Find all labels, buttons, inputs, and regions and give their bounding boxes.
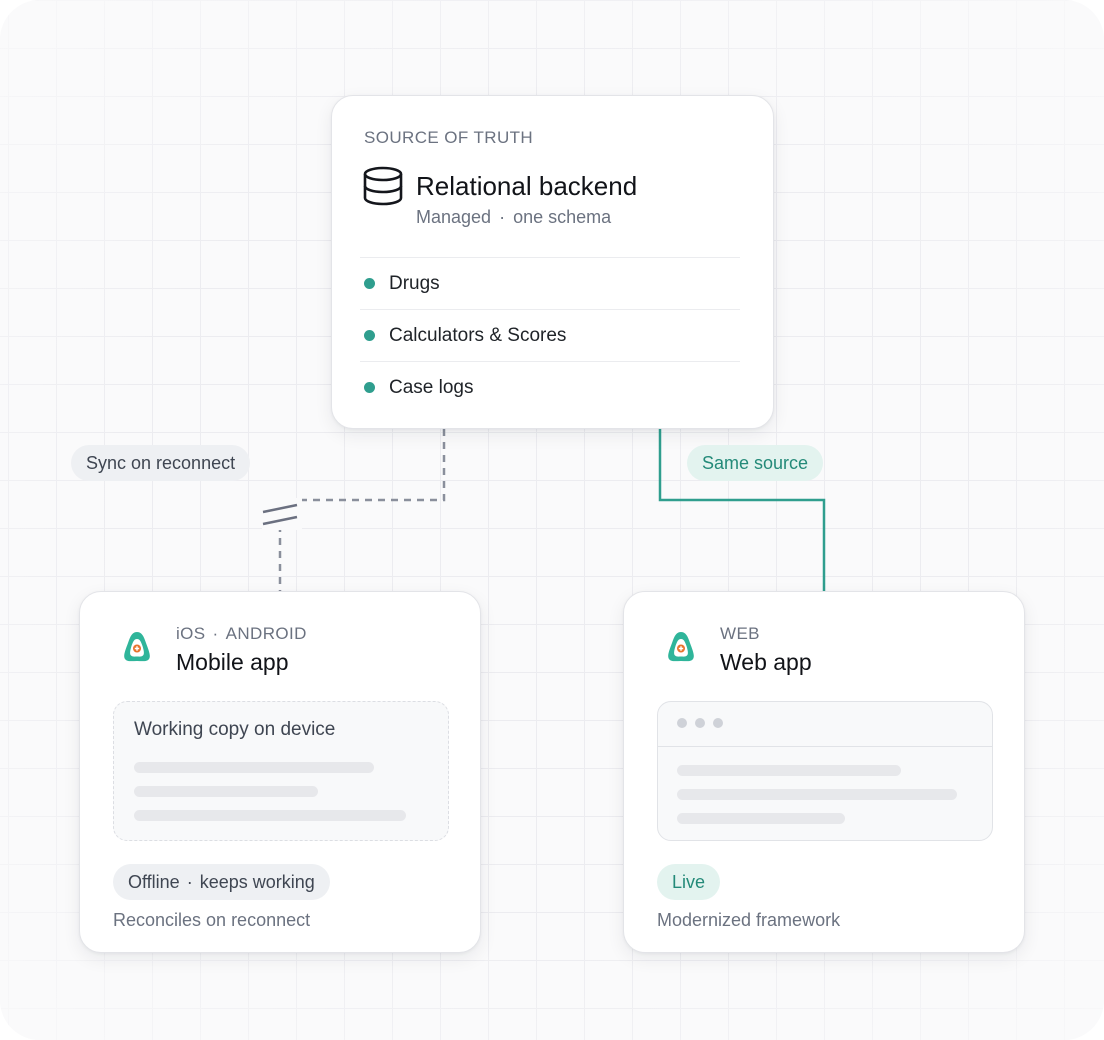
device-working-copy: Working copy on device bbox=[113, 701, 449, 841]
entity-dot bbox=[364, 330, 375, 341]
window-dot-icon bbox=[677, 718, 687, 728]
entity-item-drugs: Drugs bbox=[360, 258, 740, 310]
working-copy-title: Working copy on device bbox=[134, 719, 336, 740]
entity-item-calculators: Calculators & Scores bbox=[360, 310, 740, 362]
mobile-platforms: iOS · ANDROID bbox=[176, 624, 307, 644]
entity-label: Case logs bbox=[389, 376, 474, 398]
diagram-canvas: SOURCE OF TRUTH Relational backend Manag… bbox=[0, 0, 1104, 1040]
platform-ios: iOS bbox=[176, 624, 206, 643]
entity-item-case-logs: Case logs bbox=[360, 362, 740, 413]
source-subtitle-managed: Managed bbox=[416, 207, 492, 227]
offline-status-badge: Offline · keeps working bbox=[113, 864, 330, 900]
window-dot-icon bbox=[713, 718, 723, 728]
placeholder-line bbox=[134, 786, 318, 797]
platform-separator: · bbox=[212, 624, 219, 643]
same-source-label: Same source bbox=[687, 445, 824, 481]
sync-on-reconnect-label: Sync on reconnect bbox=[71, 445, 251, 481]
placeholder-line bbox=[677, 765, 901, 776]
web-platform: WEB bbox=[720, 624, 760, 643]
platform-android: ANDROID bbox=[225, 624, 307, 643]
break-mask bbox=[262, 498, 302, 530]
browser-window-mock bbox=[657, 701, 993, 841]
status-separator: · bbox=[186, 872, 193, 892]
mobile-app-card: iOS · ANDROID Mobile app Working copy on d… bbox=[79, 591, 481, 953]
entity-label: Drugs bbox=[389, 272, 440, 294]
status-offline: Offline bbox=[128, 872, 180, 892]
mobile-app-title: Mobile app bbox=[176, 649, 289, 675]
placeholder-line bbox=[677, 813, 845, 824]
placeholder-line bbox=[134, 810, 406, 821]
status-keeps-working: keeps working bbox=[199, 872, 315, 892]
entity-dot bbox=[364, 382, 375, 393]
source-title: Relational backend bbox=[416, 171, 638, 201]
entity-label: Calculators & Scores bbox=[389, 324, 567, 346]
source-subtitle-separator: · bbox=[499, 207, 506, 227]
live-status-badge: Live bbox=[657, 864, 721, 900]
entity-list: Drugs Calculators & Scores Case logs bbox=[360, 257, 740, 413]
placeholder-line bbox=[677, 789, 957, 800]
placeholder-line bbox=[134, 762, 374, 773]
web-app-card: WEB Web app Live Modernized framework bbox=[623, 591, 1025, 953]
web-app-title: Web app bbox=[720, 649, 812, 675]
web-status-note: Modernized framework bbox=[657, 910, 841, 930]
mobile-status-note: Reconciles on reconnect bbox=[113, 910, 311, 930]
database-icon bbox=[363, 166, 403, 206]
source-of-truth-card: SOURCE OF TRUTH Relational backend Manag… bbox=[331, 95, 774, 429]
sync-connector-line bbox=[278, 429, 446, 591]
app-logo-icon bbox=[668, 632, 694, 662]
source-subtitle: Managed · one schema bbox=[416, 207, 611, 228]
entity-dot bbox=[364, 278, 375, 289]
app-logo-icon bbox=[124, 632, 150, 662]
source-subtitle-schema: one schema bbox=[513, 207, 612, 227]
source-eyebrow: SOURCE OF TRUTH bbox=[364, 128, 534, 147]
window-dot-icon bbox=[695, 718, 705, 728]
browser-chrome-bar bbox=[658, 702, 992, 747]
